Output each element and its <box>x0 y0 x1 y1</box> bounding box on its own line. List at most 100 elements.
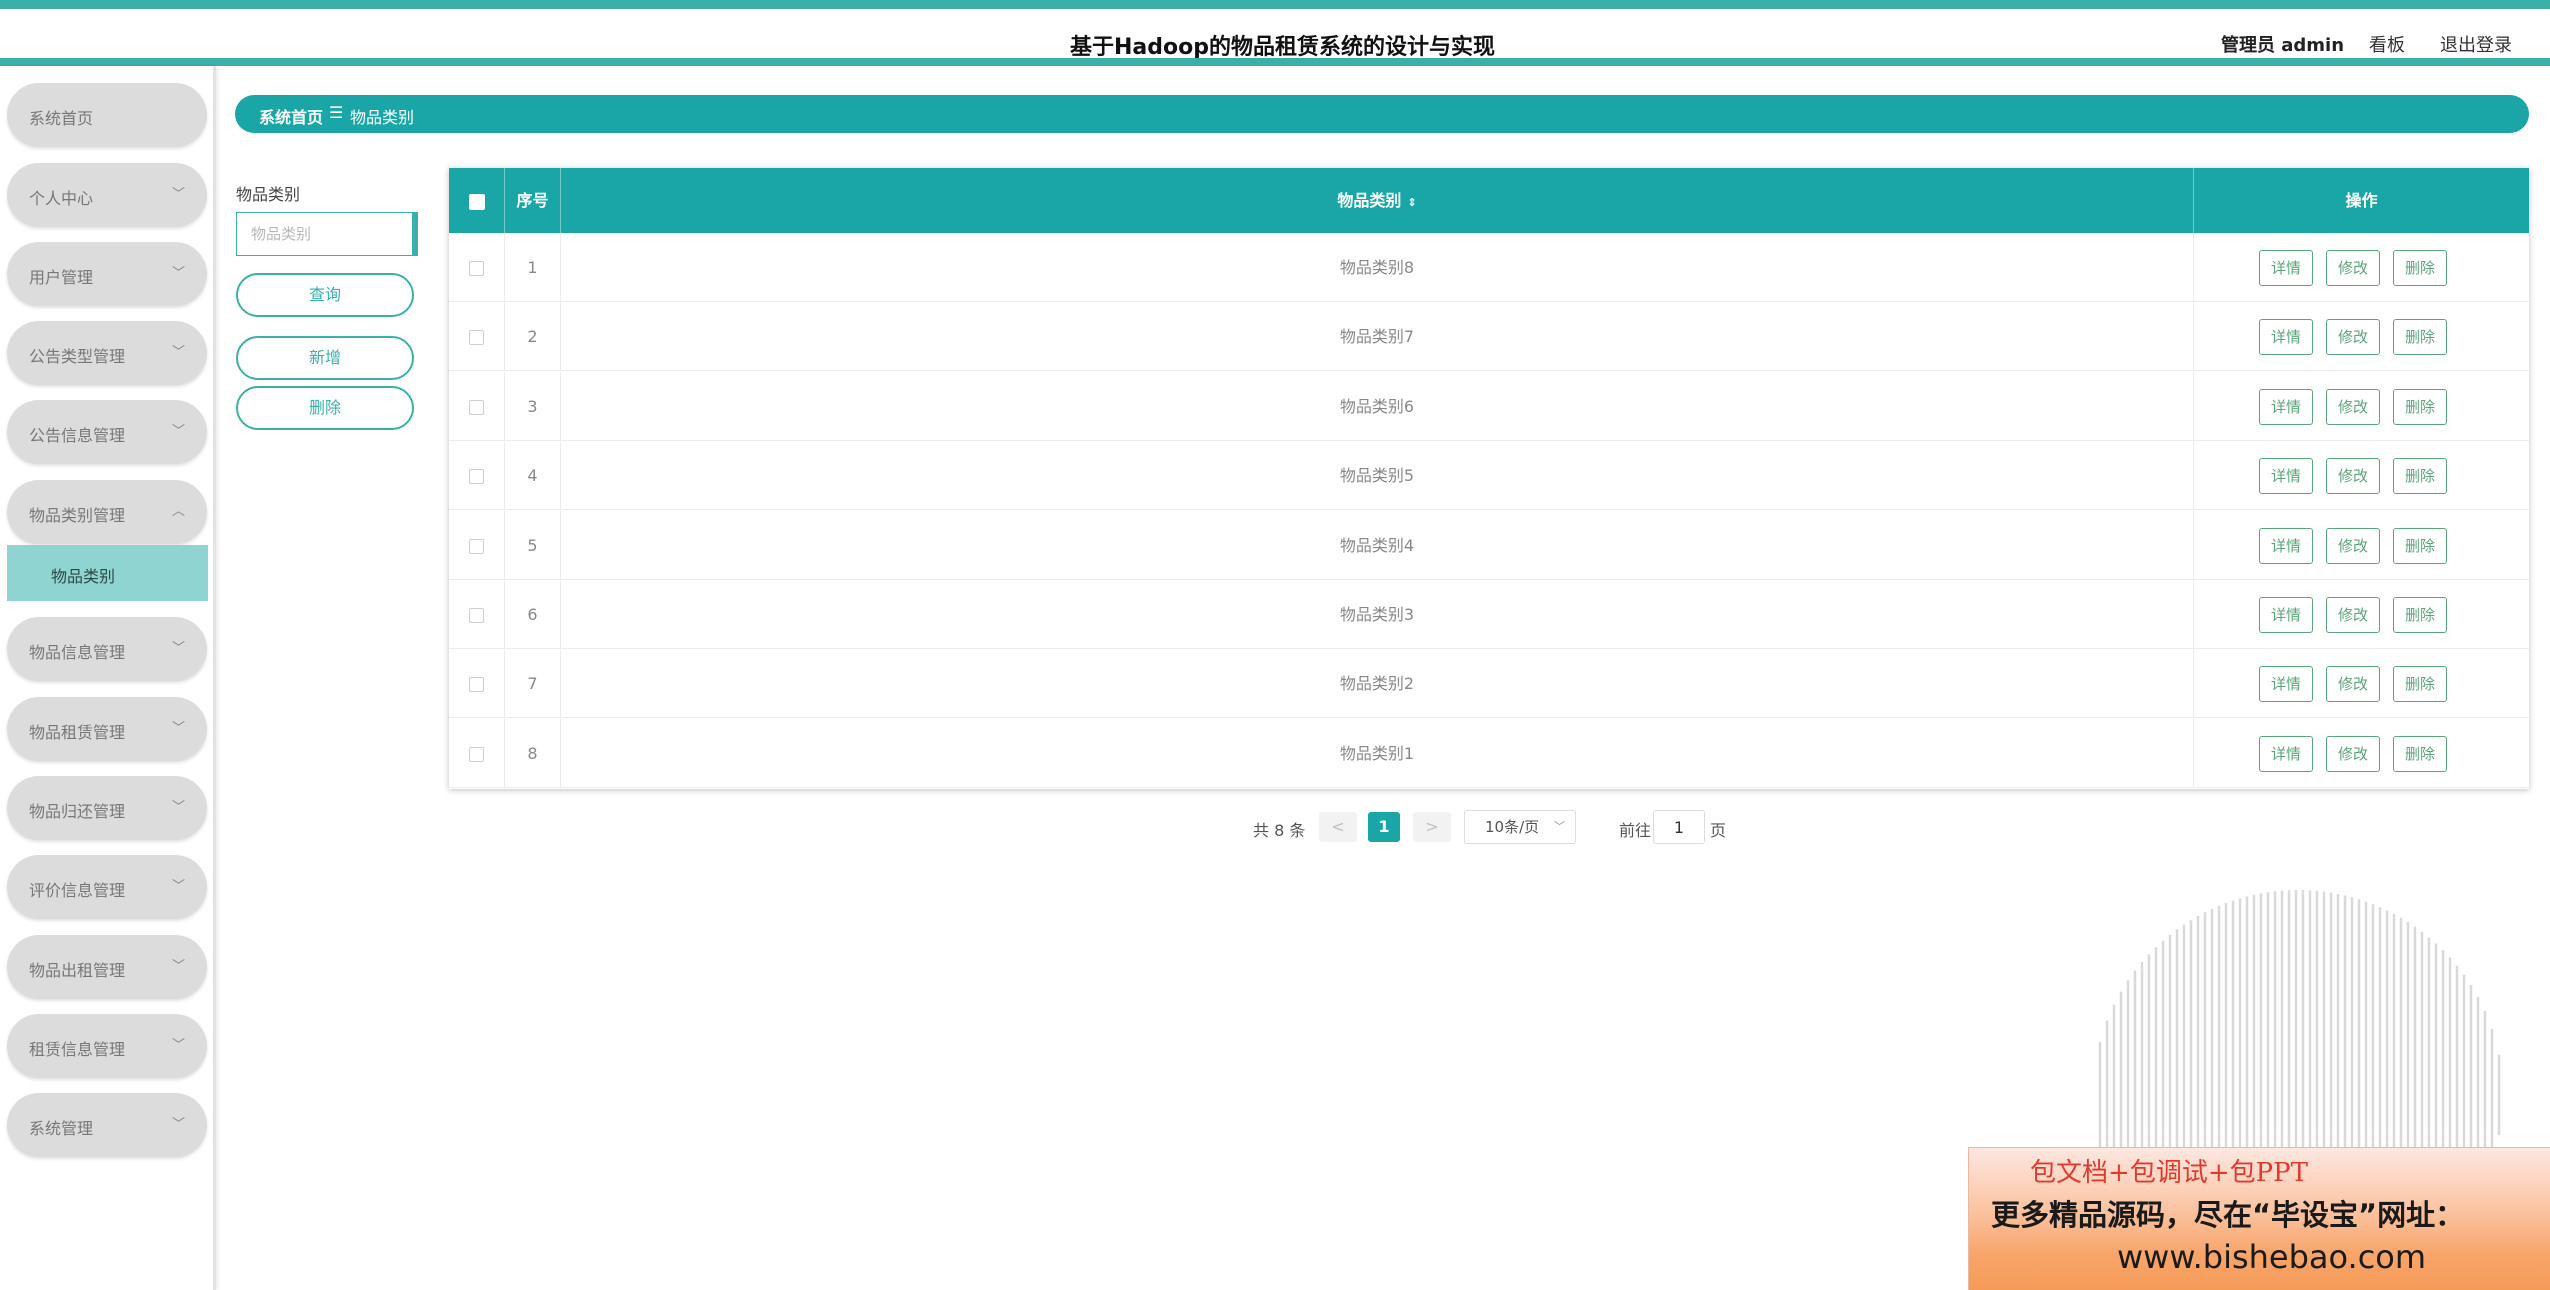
detail-button[interactable]: 详情 <box>2259 319 2313 356</box>
sidebar-item[interactable]: 租赁信息管理 ﹀ <box>7 1014 207 1078</box>
row-checkbox[interactable] <box>469 608 484 623</box>
detail-button[interactable]: 详情 <box>2259 597 2313 633</box>
sidebar-item[interactable]: 评价信息管理 ﹀ <box>7 855 207 919</box>
row-checkbox[interactable] <box>469 399 484 415</box>
edit-button[interactable]: 修改 <box>2326 250 2380 286</box>
sidebar-item[interactable]: 物品类别管理 ︿ <box>7 480 207 544</box>
row-checkbox[interactable] <box>469 746 484 762</box>
chevron-down-icon: ﹀ <box>171 959 185 974</box>
chevron-down-icon: ﹀ <box>171 1117 185 1132</box>
sidebar-item[interactable]: 物品归还管理 ﹀ <box>7 776 207 840</box>
table-row: 3 物品类别6 详情 修改 删除 <box>449 371 2529 441</box>
next-page-button[interactable]: > <box>1413 812 1451 842</box>
row-checkbox[interactable] <box>469 261 484 276</box>
edit-button[interactable]: 修改 <box>2326 666 2380 703</box>
delete-button[interactable]: 删除 <box>2393 388 2447 425</box>
sidebar-item-label: 物品信息管理 <box>29 643 126 662</box>
chevron-down-icon: ﹀ <box>171 800 185 815</box>
app-title: 基于Hadoop的物品租赁系统的设计与实现 <box>1070 35 1495 60</box>
delete-button[interactable]: 删除 <box>2393 250 2447 286</box>
breadcrumb-current: 物品类别 <box>350 108 415 127</box>
detail-button[interactable]: 详情 <box>2259 250 2313 286</box>
sidebar-item[interactable]: 公告类型管理 ﹀ <box>7 321 207 385</box>
breadcrumb-separator-icon: ☰ <box>329 103 344 122</box>
select-all-cell <box>449 168 505 233</box>
chevron-down-icon: ﹀ <box>171 879 185 894</box>
sidebar-item[interactable]: 系统首页 <box>7 83 207 147</box>
sidebar-item-label: 物品出租管理 <box>29 961 126 980</box>
row-check-cell <box>449 233 505 302</box>
logout-link[interactable]: 退出登录 <box>2440 31 2512 57</box>
pagination-total: 共 8 条 <box>1253 821 1306 840</box>
sidebar-item[interactable]: 物品信息管理 ﹀ <box>7 617 207 681</box>
table-row: 2 物品类别7 详情 修改 删除 <box>449 302 2529 372</box>
goto-page-input[interactable] <box>1653 810 1705 844</box>
row-checkbox[interactable] <box>469 677 484 693</box>
prev-page-button[interactable]: < <box>1319 812 1357 842</box>
edit-button[interactable]: 修改 <box>2326 735 2380 772</box>
detail-button[interactable]: 详情 <box>2259 458 2313 495</box>
delete-button[interactable]: 删除 <box>2393 666 2447 703</box>
row-index: 8 <box>505 718 561 788</box>
table-header: 序号 物品类别 ⇕ 操作 <box>449 168 2529 233</box>
header-index: 序号 <box>505 168 561 233</box>
delete-button[interactable]: 删除 <box>2393 527 2447 564</box>
edit-button[interactable]: 修改 <box>2326 458 2380 495</box>
sidebar-item[interactable]: 个人中心 ﹀ <box>7 163 207 227</box>
row-actions: 详情 修改 删除 <box>2194 233 2529 302</box>
query-button[interactable]: 查询 <box>236 273 414 317</box>
header-category-label: 物品类别 <box>1337 191 1402 210</box>
sidebar-item[interactable]: 物品出租管理 ﹀ <box>7 935 207 999</box>
page-1-button[interactable]: 1 <box>1368 812 1400 842</box>
add-button[interactable]: 新增 <box>236 336 414 380</box>
sidebar-item[interactable]: 物品租赁管理 ﹀ <box>7 697 207 761</box>
sidebar-subitem-category[interactable]: 物品类别 <box>7 545 208 601</box>
header-category[interactable]: 物品类别 ⇕ <box>561 168 2194 233</box>
row-check-cell <box>449 649 505 719</box>
row-index: 3 <box>505 371 561 441</box>
category-table: 序号 物品类别 ⇕ 操作 1 物品类别8 详情 修改 删除 2 物品类别7 详情 修改 删除 3 物品类… <box>449 168 2529 789</box>
row-category: 物品类别4 <box>561 510 2194 580</box>
row-checkbox[interactable] <box>469 469 484 485</box>
row-checkbox[interactable] <box>469 330 484 346</box>
promo-url[interactable]: www.bishebao.com <box>2117 1238 2426 1276</box>
batch-delete-button[interactable]: 删除 <box>236 386 414 430</box>
row-check-cell <box>449 718 505 788</box>
board-link[interactable]: 看板 <box>2369 31 2405 57</box>
edit-button[interactable]: 修改 <box>2326 527 2380 564</box>
select-all-checkbox[interactable] <box>468 193 485 210</box>
edit-button[interactable]: 修改 <box>2326 388 2380 425</box>
header-actions: 操作 <box>2345 191 2378 210</box>
delete-button[interactable]: 删除 <box>2393 735 2447 772</box>
row-category: 物品类别6 <box>561 371 2194 441</box>
detail-button[interactable]: 详情 <box>2259 735 2313 772</box>
delete-button[interactable]: 删除 <box>2393 458 2447 495</box>
sidebar-item[interactable]: 系统管理 ﹀ <box>7 1093 207 1157</box>
sort-icon[interactable]: ⇕ <box>1407 196 1416 209</box>
row-index: 4 <box>505 441 561 511</box>
page-size-select[interactable]: 10条/页 ﹀ <box>1464 810 1576 844</box>
promo-line-2: 更多精品源码，尽在“毕设宝”网址： <box>1991 1198 2465 1232</box>
row-checkbox[interactable] <box>469 538 484 554</box>
header-divider <box>0 58 2550 66</box>
category-search-input[interactable] <box>236 212 418 256</box>
row-actions: 详情 修改 删除 <box>2194 372 2529 441</box>
sidebar-item[interactable]: 公告信息管理 ﹀ <box>7 400 207 464</box>
delete-button[interactable]: 删除 <box>2393 597 2447 633</box>
sidebar-item-label: 系统管理 <box>29 1119 94 1138</box>
table-row: 4 物品类别5 详情 修改 删除 <box>449 441 2529 511</box>
detail-button[interactable]: 详情 <box>2259 666 2313 703</box>
promo-banner: 包文档+包调试+包PPT 更多精品源码，尽在“毕设宝”网址： www.bishe… <box>1968 1147 2550 1290</box>
row-actions: 详情 修改 删除 <box>2194 580 2529 649</box>
edit-button[interactable]: 修改 <box>2326 597 2380 633</box>
breadcrumb-home[interactable]: 系统首页 <box>259 104 323 128</box>
detail-button[interactable]: 详情 <box>2259 388 2313 425</box>
row-category: 物品类别5 <box>561 441 2194 511</box>
edit-button[interactable]: 修改 <box>2326 319 2380 356</box>
app-header: 基于Hadoop的物品租赁系统的设计与实现 管理员 admin 看板 退出登录 <box>0 9 2550 64</box>
detail-button[interactable]: 详情 <box>2259 527 2313 564</box>
sidebar-item[interactable]: 用户管理 ﹀ <box>7 242 207 306</box>
row-actions: 详情 修改 删除 <box>2194 302 2529 371</box>
delete-button[interactable]: 删除 <box>2393 319 2447 356</box>
goto-label: 前往 <box>1619 821 1652 840</box>
